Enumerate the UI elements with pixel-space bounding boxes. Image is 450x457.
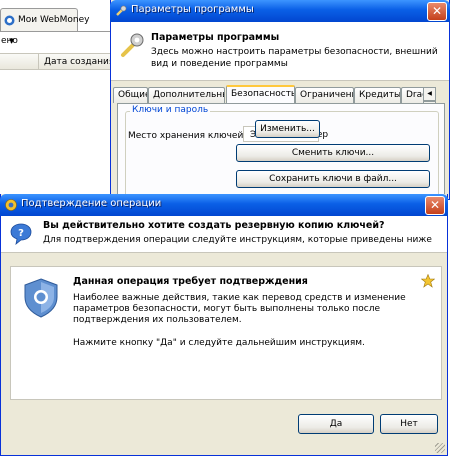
svg-text:?: ?	[18, 228, 24, 239]
column-header-empty[interactable]	[0, 54, 39, 69]
settings-tabs: Общие Дополнительные Безопасность Ограни…	[111, 85, 449, 103]
save-keys-button[interactable]: Сохранить ключи в файл...	[236, 170, 430, 188]
toolbar: ено ▼	[0, 33, 115, 51]
tab-drag[interactable]: Drag	[401, 87, 425, 103]
tab-scroll-left-icon[interactable]: ◀	[423, 87, 436, 101]
question-icon: ?	[10, 223, 32, 245]
chevron-down-icon[interactable]: ▼	[9, 37, 14, 45]
confirm-titlebar[interactable]: Подтверждение операции ✕	[0, 194, 448, 216]
tab-divider	[0, 31, 115, 32]
confirm-question: Вы действительно хотите создать резервну…	[43, 220, 385, 231]
settings-header: Параметры программы Здесь можно настроит…	[111, 22, 449, 81]
change-keys-button[interactable]: Сменить ключи...	[236, 144, 430, 162]
tab-advanced[interactable]: Дополнительные	[148, 87, 225, 103]
wrench-icon	[116, 5, 127, 16]
confirm-message-box: Данная операция требует подтверждения На…	[10, 266, 442, 400]
confirm-header: ? Вы действительно хотите создать резерв…	[1, 216, 447, 253]
tools-icon	[121, 33, 144, 57]
settings-header-desc: Здесь можно настроить параметры безопасн…	[151, 47, 438, 69]
tab-general[interactable]: Общие	[113, 87, 148, 103]
keys-group-label: Ключи и пароль	[130, 105, 211, 115]
message-body: Наиболее важные действия, такие как пере…	[73, 293, 406, 325]
resize-grip[interactable]	[435, 443, 445, 453]
confirm-title: Подтверждение операции	[21, 198, 162, 209]
tab-limits[interactable]: Ограничения	[295, 87, 354, 103]
close-icon[interactable]: ✕	[427, 2, 447, 21]
confirm-dialog: Подтверждение операции ✕ ? Вы действител…	[0, 194, 448, 456]
yes-button[interactable]: Да	[298, 414, 374, 434]
shield-icon	[24, 278, 58, 318]
tab-label: Мои WebMoney	[18, 15, 90, 25]
message-hint: Нажмите кнопку "Да" и следуйте дальнейши…	[73, 338, 365, 348]
tab-security[interactable]: Безопасность	[226, 85, 295, 103]
tab-scroll-buttons: ◀▶	[423, 87, 447, 115]
settings-header-title: Параметры программы	[151, 32, 280, 43]
tab-credits[interactable]: Кредиты	[354, 87, 401, 103]
webmoney-icon	[4, 15, 15, 26]
settings-title: Параметры программы	[131, 4, 254, 15]
webmoney-icon	[5, 199, 17, 211]
key-storage-label: Место хранения ключей:	[128, 131, 247, 141]
star-icon	[421, 274, 435, 288]
confirm-instruction: Для подтверждения операции следуйте инст…	[43, 235, 432, 245]
list-header: Дата создания	[0, 53, 115, 70]
tab-my-webmoney[interactable]: Мои WebMoney	[0, 8, 89, 31]
column-header-date[interactable]: Дата создания	[44, 57, 114, 67]
message-title: Данная операция требует подтверждения	[73, 276, 308, 287]
close-icon[interactable]: ✕	[425, 196, 445, 215]
change-storage-button[interactable]: Изменить...	[255, 120, 320, 138]
settings-titlebar[interactable]: Параметры программы ✕	[110, 0, 450, 22]
no-button[interactable]: Нет	[380, 414, 438, 434]
